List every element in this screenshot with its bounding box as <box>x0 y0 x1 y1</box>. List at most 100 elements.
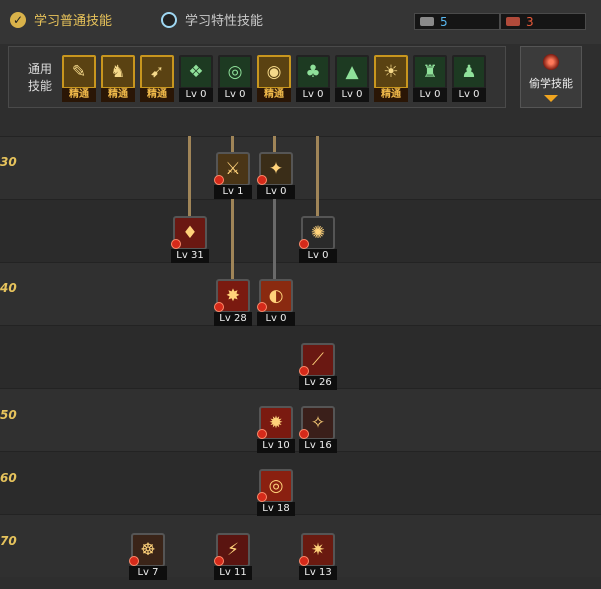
upgrade-dot-icon <box>257 302 267 312</box>
sp-counter: 5 <box>414 13 500 30</box>
wings-icon: ❖ <box>179 55 213 89</box>
skill-level: Lv 0 <box>335 88 369 102</box>
eye-swirl-icon: ☀ <box>374 55 408 89</box>
common-skill[interactable]: ♞ 精通 <box>101 55 135 102</box>
tab-trait-skills[interactable]: 学习特性技能 <box>161 10 263 29</box>
common-skill[interactable]: ☀ 精通 <box>374 55 408 102</box>
skill-level: 精通 <box>62 88 96 102</box>
upgrade-dot-icon <box>214 175 224 185</box>
skill-level: Lv 11 <box>214 566 252 580</box>
level-label: 50 <box>0 408 17 422</box>
steal-skill-label: 偷学技能 <box>529 77 573 90</box>
common-skill[interactable]: ▲ Lv 0 <box>335 55 369 102</box>
figure-icon: ♟ <box>452 55 486 89</box>
skill-level: Lv 0 <box>179 88 213 102</box>
common-skills-panel: 通用技能 ✎ 精通 ♞ 精通 ➹ 精通 ❖ Lv 0 ◎ Lv 0 ◉ 精通 ♣ Lv 0 ▲ Lv 0 ☀ 精通… <box>8 46 506 108</box>
target-icon: ◎ <box>218 55 252 89</box>
radio-icon <box>161 11 177 28</box>
skill-level: Lv 0 <box>218 88 252 102</box>
skill-level: Lv 16 <box>299 439 337 453</box>
creature-icon: ♣ <box>296 55 330 89</box>
level-label: 70 <box>0 534 17 548</box>
sitting-rest-icon: ✎ <box>62 55 96 89</box>
upgrade-dot-icon <box>299 429 309 439</box>
skill-level: Lv 18 <box>257 502 295 516</box>
skill-ring[interactable]: ✺ Lv 0 <box>299 216 337 264</box>
tp-counter: 3 <box>500 13 586 30</box>
skill-level: Lv 26 <box>299 376 337 390</box>
skill-level: Lv 7 <box>129 566 167 580</box>
mountain-icon: ▲ <box>335 55 369 89</box>
upgrade-dot-icon <box>171 239 181 249</box>
skill-claws[interactable]: ⟋ Lv 26 <box>299 343 337 391</box>
tree-row <box>0 262 601 325</box>
skill-burst[interactable]: ✸ Lv 28 <box>214 279 252 327</box>
skill-connector <box>231 188 234 280</box>
skill-chains[interactable]: ⚡ Lv 11 <box>214 533 252 581</box>
steal-icon <box>543 54 559 70</box>
upgrade-dot-icon <box>214 556 224 566</box>
strong-man-icon: ♜ <box>413 55 447 89</box>
common-skill[interactable]: ♣ Lv 0 <box>296 55 330 102</box>
skill-eye-sigil[interactable]: ☸ Lv 7 <box>129 533 167 581</box>
running-icon: ➹ <box>140 55 174 89</box>
skill-level: Lv 0 <box>296 88 330 102</box>
upgrade-dot-icon <box>299 556 309 566</box>
level-label: 60 <box>0 471 17 485</box>
lift-object-icon: ♞ <box>101 55 135 89</box>
tab-label: 学习普通技能 <box>34 14 113 29</box>
tp-value: 3 <box>526 14 534 29</box>
tab-normal-skills[interactable]: ✓ 学习普通技能 <box>10 10 112 29</box>
skill-eruption[interactable]: ✷ Lv 13 <box>299 533 337 581</box>
tab-label: 学习特性技能 <box>185 14 264 29</box>
sp-value: 5 <box>440 14 448 29</box>
skill-stars[interactable]: ✧ Lv 16 <box>299 406 337 454</box>
upgrade-dot-icon <box>214 302 224 312</box>
skill-connector <box>231 136 234 152</box>
upgrade-dot-icon <box>257 492 267 502</box>
skill-slash[interactable]: ⚔ Lv 1 <box>214 152 252 200</box>
common-skill[interactable]: ♟ Lv 0 <box>452 55 486 102</box>
skill-level: Lv 0 <box>257 185 295 199</box>
upgrade-dot-icon <box>257 429 267 439</box>
skill-level: Lv 0 <box>452 88 486 102</box>
common-skill[interactable]: ♜ Lv 0 <box>413 55 447 102</box>
skill-level: 精通 <box>101 88 135 102</box>
level-label: 40 <box>0 281 17 295</box>
skill-vortex[interactable]: ◎ Lv 18 <box>257 469 295 517</box>
upgrade-dot-icon <box>299 366 309 376</box>
skill-level: Lv 0 <box>299 249 337 263</box>
skill-connector <box>273 188 276 280</box>
target-gold-icon: ◉ <box>257 55 291 89</box>
skill-strike[interactable]: ✦ Lv 0 <box>257 152 295 200</box>
steal-skill-button[interactable]: 偷学技能 <box>520 46 582 108</box>
common-skill[interactable]: ❖ Lv 0 <box>179 55 213 102</box>
skill-level: Lv 0 <box>257 312 295 326</box>
skill-level: Lv 13 <box>299 566 337 580</box>
skill-level: 精通 <box>374 88 408 102</box>
skill-level: Lv 0 <box>413 88 447 102</box>
skill-level: 精通 <box>257 88 291 102</box>
top-bar: ✓ 学习普通技能 学习特性技能 5 3 <box>0 0 601 44</box>
common-skill[interactable]: ◉ 精通 <box>257 55 291 102</box>
skill-level: Lv 28 <box>214 312 252 326</box>
skill-level: Lv 1 <box>214 185 252 199</box>
tp-book-icon <box>506 17 520 26</box>
skill-blade-red[interactable]: ♦ Lv 31 <box>171 216 209 264</box>
skill-moon[interactable]: ◐ Lv 0 <box>257 279 295 327</box>
sp-book-icon <box>420 17 434 26</box>
common-skill[interactable]: ➹ 精通 <box>140 55 174 102</box>
skill-connector <box>188 136 191 216</box>
dropdown-arrow-icon <box>544 95 558 102</box>
common-skills-label: 通用技能 <box>27 62 52 93</box>
skill-explosion[interactable]: ✹ Lv 10 <box>257 406 295 454</box>
upgrade-dot-icon <box>129 556 139 566</box>
common-skill[interactable]: ✎ 精通 <box>62 55 96 102</box>
tree-row <box>0 136 601 199</box>
common-skill[interactable]: ◎ Lv 0 <box>218 55 252 102</box>
skill-tree: 30 40 50 60 70 ⚔ Lv 1 ✦ Lv 0 ♦ Lv 31 ✺ Lv 0 ✸ Lv … <box>0 136 601 589</box>
skill-connector <box>273 136 276 152</box>
skill-level: 精通 <box>140 88 174 102</box>
upgrade-dot-icon <box>299 239 309 249</box>
skill-connector <box>316 136 319 216</box>
